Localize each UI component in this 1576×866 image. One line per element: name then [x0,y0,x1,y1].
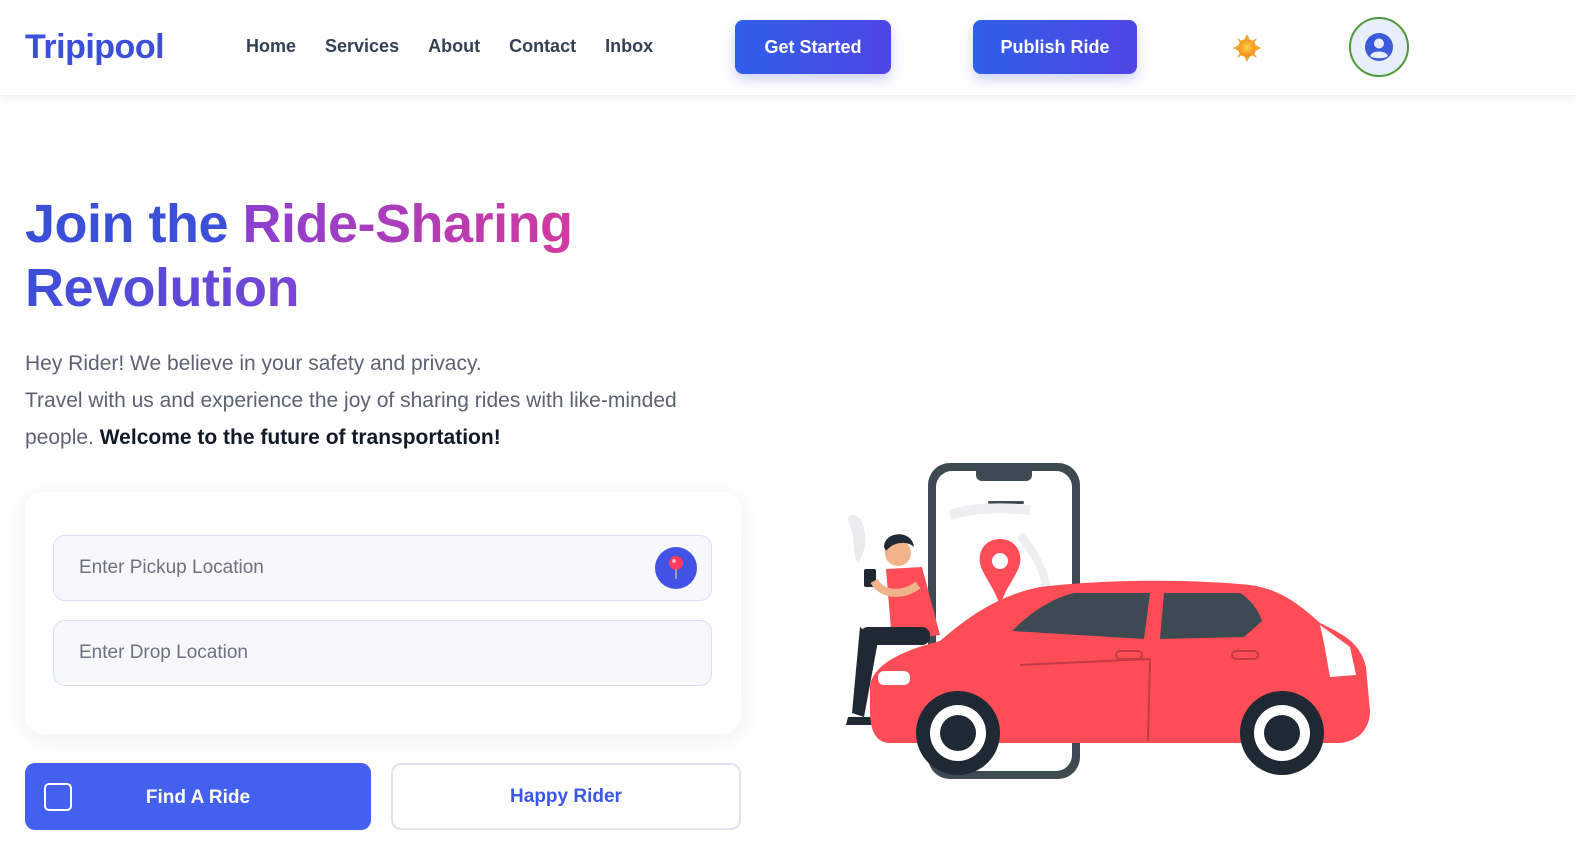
hero-title-highlight: Ride-Sharing [242,194,574,254]
user-circle-icon [1365,33,1393,61]
sun-icon[interactable] [1233,34,1261,62]
find-ride-button[interactable]: Find A Ride [25,763,371,830]
nav-about[interactable]: About [428,36,480,57]
search-card [25,492,741,734]
drop-field [53,620,712,686]
nav-inbox[interactable]: Inbox [605,36,653,57]
hero-title-part1: Join the [25,194,243,254]
hero-title-part2: Revolution [25,258,300,318]
happy-rider-button[interactable]: Happy Rider [391,763,741,830]
publish-ride-button[interactable]: Publish Ride [973,20,1137,74]
hero-description: Hey Rider! We believe in your safety and… [25,345,715,456]
hero-line-1: Hey Rider! We believe in your safety and… [25,352,482,375]
hero-title: Join the Ride-Sharing Revolution [25,192,725,320]
hero-line-2-strong: Welcome to the future of transportation! [99,426,501,449]
nav-contact[interactable]: Contact [509,36,576,57]
main-nav: Home Services About Contact Inbox [246,36,682,57]
top-navbar: Tripipool Home Services About Contact In… [0,0,1576,96]
nav-services[interactable]: Services [325,36,399,57]
logo[interactable]: Tripipool [25,28,165,67]
pickup-location-input[interactable] [54,536,711,600]
nav-home[interactable]: Home [246,36,296,57]
location-pin-icon[interactable] [655,547,697,589]
find-ride-label: Find A Ride [145,787,251,808]
pickup-field [53,535,712,601]
hero-illustration [830,455,1390,785]
drop-location-input[interactable] [54,621,711,685]
profile-avatar[interactable] [1349,17,1409,77]
get-started-button[interactable]: Get Started [735,20,891,74]
hero-line-2: Travel with us and experience the joy of… [25,382,715,456]
